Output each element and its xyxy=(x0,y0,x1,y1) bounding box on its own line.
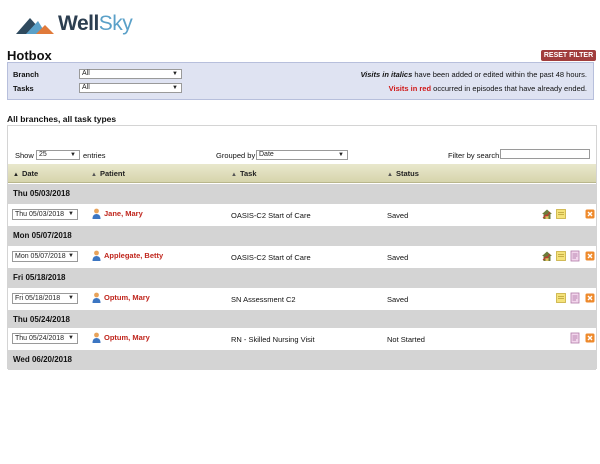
sort-icon: ▲ xyxy=(91,172,97,178)
person-icon xyxy=(92,208,101,219)
entries-select[interactable]: 25 ▼ xyxy=(36,150,80,160)
chevron-down-icon: ▼ xyxy=(68,335,74,341)
table-row: Mon 05/07/2018 ▼ Applegate, Betty OASIS-C… xyxy=(8,246,596,268)
group-header: Thu 05/24/2018 xyxy=(8,310,596,330)
note-icon[interactable] xyxy=(555,208,567,220)
grouped-by-label: Grouped by xyxy=(216,151,256,160)
branch-label: Branch xyxy=(13,70,39,79)
cancel-icon[interactable] xyxy=(584,250,596,262)
red-visits-note: Visits in red occurred in episodes that … xyxy=(388,84,587,93)
sort-icon: ▲ xyxy=(231,172,237,178)
group-header: Thu 05/03/2018 xyxy=(8,184,596,204)
tasks-label: Tasks xyxy=(13,84,34,93)
chevron-down-icon: ▼ xyxy=(70,152,76,158)
cancel-icon[interactable] xyxy=(584,292,596,304)
status-cell: Saved xyxy=(387,211,409,220)
home-icon[interactable] xyxy=(541,208,553,220)
filter-panel: Branch All ▼ Tasks All ▼ Visits in italics… xyxy=(7,62,594,100)
document-icon[interactable] xyxy=(569,250,581,262)
row-date-select[interactable]: Thu 05/24/2018 ▼ xyxy=(12,333,78,344)
show-label: Show xyxy=(15,151,34,160)
table-row: Fri 05/18/2018 ▼ Optum, Mary SN Assessmen… xyxy=(8,288,596,310)
search-input[interactable] xyxy=(500,149,590,159)
chevron-down-icon: ▼ xyxy=(68,295,74,301)
chevron-down-icon: ▼ xyxy=(172,85,178,91)
row-date-select[interactable]: Fri 05/18/2018 ▼ xyxy=(12,293,78,304)
task-cell: OASIS-C2 Start of Care xyxy=(231,253,311,262)
wellsky-logo: WellSky xyxy=(16,10,136,38)
cancel-icon[interactable] xyxy=(584,332,596,344)
mountain-logo-icon xyxy=(16,18,54,34)
group-header: Fri 05/18/2018 xyxy=(8,268,596,288)
person-icon xyxy=(92,250,101,261)
table-header: ▲ Date ▲ Patient ▲ Task ▲ Status xyxy=(8,164,596,183)
section-title: All branches, all task types xyxy=(7,114,117,124)
reset-filter-button[interactable]: RESET FILTER xyxy=(541,50,596,61)
sort-icon: ▲ xyxy=(387,172,393,178)
task-cell: OASIS-C2 Start of Care xyxy=(231,211,311,220)
patient-cell: Jane, Mary xyxy=(92,208,143,219)
patient-name-link[interactable]: Applegate, Betty xyxy=(104,251,163,260)
patient-name-link[interactable]: Jane, Mary xyxy=(104,209,143,218)
patient-name-link[interactable]: Optum, Mary xyxy=(104,293,150,302)
column-date[interactable]: ▲ Date xyxy=(13,169,38,178)
patient-cell: Optum, Mary xyxy=(92,292,150,303)
table-row: Thu 05/24/2018 ▼ Optum, Mary RN - Skilled… xyxy=(8,328,596,350)
group-header: Mon 05/07/2018 xyxy=(8,226,596,246)
chevron-down-icon: ▼ xyxy=(338,152,344,158)
column-task[interactable]: ▲ Task xyxy=(231,169,257,178)
column-patient[interactable]: ▲ Patient xyxy=(91,169,125,178)
chevron-down-icon: ▼ xyxy=(68,211,74,217)
document-icon[interactable] xyxy=(569,332,581,344)
search-label: Filter by search: xyxy=(448,151,502,160)
task-cell: SN Assessment C2 xyxy=(231,295,296,304)
page-title: Hotbox xyxy=(7,48,52,63)
tasks-select[interactable]: All ▼ xyxy=(79,83,182,93)
note-icon[interactable] xyxy=(555,250,567,262)
sort-asc-icon: ▲ xyxy=(13,172,19,178)
status-cell: Not Started xyxy=(387,335,425,344)
column-status[interactable]: ▲ Status xyxy=(387,169,419,178)
status-cell: Saved xyxy=(387,253,409,262)
status-cell: Saved xyxy=(387,295,409,304)
cancel-icon[interactable] xyxy=(584,208,596,220)
person-icon xyxy=(92,292,101,303)
hotbox-grid: Show 25 ▼ entries Grouped by Date ▼ Filter… xyxy=(7,125,597,370)
patient-cell: Optum, Mary xyxy=(92,332,150,343)
chevron-down-icon: ▼ xyxy=(172,71,178,77)
branch-select[interactable]: All ▼ xyxy=(79,69,182,79)
row-date-select[interactable]: Mon 05/07/2018 ▼ xyxy=(12,251,78,262)
italic-visits-note: Visits in italics have been added or edi… xyxy=(360,70,587,79)
home-icon[interactable] xyxy=(541,250,553,262)
document-icon[interactable] xyxy=(569,292,581,304)
person-icon xyxy=(92,332,101,343)
task-cell: RN - Skilled Nursing Visit xyxy=(231,335,315,344)
note-icon[interactable] xyxy=(555,292,567,304)
grouped-by-select[interactable]: Date ▼ xyxy=(256,150,348,160)
row-date-select[interactable]: Thu 05/03/2018 ▼ xyxy=(12,209,78,220)
group-header: Wed 06/20/2018 xyxy=(8,350,596,370)
entries-label: entries xyxy=(83,151,106,160)
patient-cell: Applegate, Betty xyxy=(92,250,163,261)
table-row: Thu 05/03/2018 ▼ Jane, Mary OASIS-C2 Star… xyxy=(8,204,596,226)
chevron-down-icon: ▼ xyxy=(68,253,74,259)
logo-text: WellSky xyxy=(58,12,133,35)
patient-name-link[interactable]: Optum, Mary xyxy=(104,333,150,342)
